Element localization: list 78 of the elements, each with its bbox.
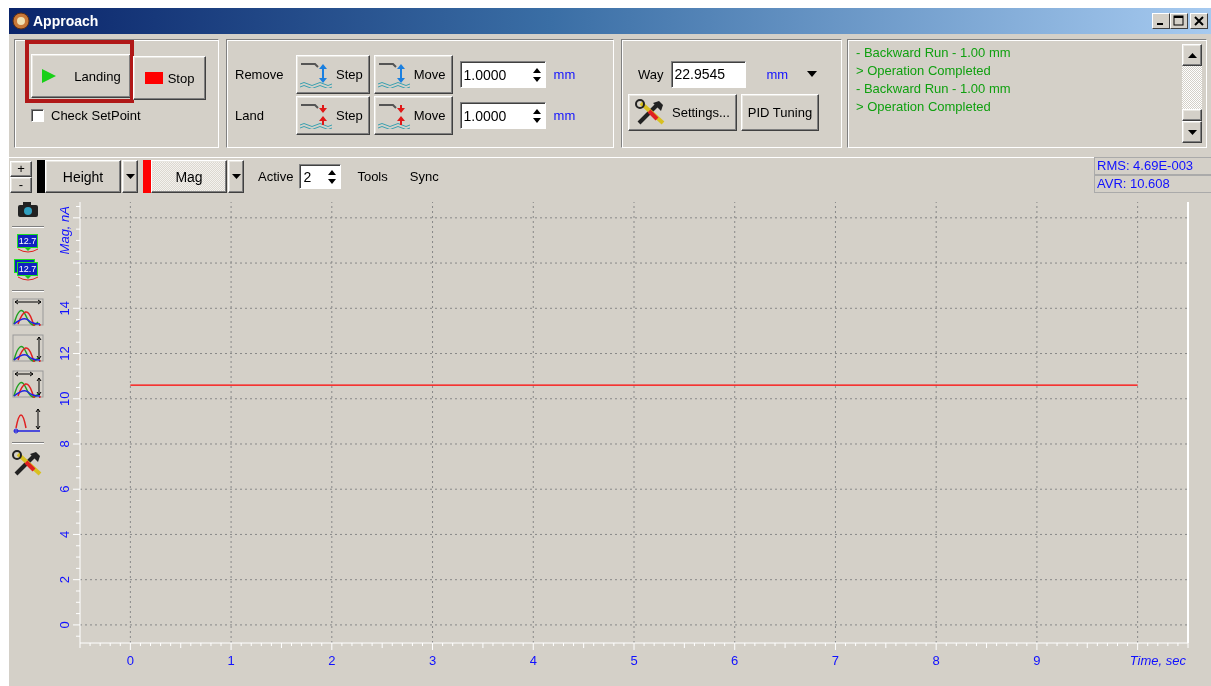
row-label: Land xyxy=(235,108,265,123)
log-line: > Operation Completed xyxy=(856,98,992,116)
dropdown-icon[interactable] xyxy=(807,71,818,77)
close-icon[interactable] xyxy=(1190,13,1208,29)
unit-dropdown[interactable]: mm xyxy=(766,66,789,82)
step-button[interactable]: Step xyxy=(296,96,370,135)
x-tick-label: 1 xyxy=(227,653,235,668)
value-spinner[interactable]: 1.0000 xyxy=(459,102,546,129)
dropdown-icon xyxy=(231,174,241,179)
scrollbar[interactable] xyxy=(1182,44,1202,143)
row-label: Remove xyxy=(235,67,285,82)
channel-selector[interactable]: Mag xyxy=(151,160,227,193)
y-tick-label: 2 xyxy=(57,576,72,584)
step-button[interactable]: Move xyxy=(373,55,453,94)
x-tick-label: 5 xyxy=(630,653,638,668)
fit-all-icon[interactable] xyxy=(11,370,44,398)
tools-icon[interactable] xyxy=(11,450,44,478)
y-tick-label: 8 xyxy=(57,440,72,448)
minimize-icon[interactable] xyxy=(1152,13,1170,29)
x-tick-label: 2 xyxy=(328,653,336,668)
log-line: > Operation Completed xyxy=(856,62,992,80)
x-tick-label: 6 xyxy=(731,653,739,668)
checkbox[interactable] xyxy=(31,109,44,122)
active-spinner[interactable]: 2 xyxy=(299,164,342,189)
y-tick-label: 4 xyxy=(57,530,72,539)
x-tick-label: 8 xyxy=(932,653,940,668)
lift-icon xyxy=(376,61,411,88)
x-axis-title: Time, sec xyxy=(1129,653,1186,668)
lift-icon xyxy=(299,61,333,88)
x-tick-label: 0 xyxy=(126,653,134,668)
unit-label: mm xyxy=(553,108,576,123)
dropdown-button[interactable] xyxy=(228,160,244,193)
menu-item[interactable]: Tools xyxy=(357,169,388,184)
x-tick-label: 3 xyxy=(428,653,437,668)
stop-button[interactable]: Stop xyxy=(133,56,206,100)
play-icon xyxy=(41,68,58,84)
scroll-down-icon[interactable] xyxy=(1187,129,1197,135)
dropdown-icon xyxy=(125,174,135,179)
log-line: - Backward Run - 1.00 mm xyxy=(856,44,1012,62)
tools-icon xyxy=(635,98,667,127)
stat-readout: AVR: 10.608 xyxy=(1094,175,1211,193)
window-title: Approach xyxy=(33,13,100,29)
y-tick-label: 12 xyxy=(57,346,72,361)
value-spinner[interactable]: 1.0000 xyxy=(459,61,546,88)
menu-item[interactable]: Sync xyxy=(409,169,439,184)
stat-readout: RMS: 4.69E-003 xyxy=(1094,157,1211,175)
approach-icon xyxy=(376,102,411,129)
x-tick-label: 7 xyxy=(831,653,840,668)
stop-icon xyxy=(144,72,163,84)
active-label: Active xyxy=(258,169,294,184)
pid-tuning-button[interactable]: PID Tuning xyxy=(740,94,820,131)
scroll-thumb[interactable] xyxy=(1182,109,1202,121)
y-tick-label: 10 xyxy=(57,391,72,406)
y-tick-label: 14 xyxy=(57,301,72,316)
scroll-up-icon[interactable] xyxy=(1187,52,1197,58)
channel-selector[interactable]: Height xyxy=(45,160,121,193)
way-field[interactable]: 22.9545 xyxy=(670,60,746,88)
fit-height-icon[interactable] xyxy=(11,334,44,362)
app-icon xyxy=(12,12,30,30)
way-label: Way xyxy=(638,66,664,82)
zoom-button[interactable]: + xyxy=(10,160,32,177)
y-axis-title: Mag, nA xyxy=(57,206,72,255)
camera-icon[interactable] xyxy=(16,202,39,218)
x-tick-label: 9 xyxy=(1033,653,1041,668)
x-tick-label: 4 xyxy=(529,653,537,668)
unit-label: mm xyxy=(553,67,576,82)
fit-width-icon[interactable] xyxy=(11,298,44,326)
log-line: - Backward Run - 1.00 mm xyxy=(856,80,1012,98)
step-button[interactable]: Step xyxy=(296,55,370,94)
step-button[interactable]: Move xyxy=(373,96,453,135)
landing-button[interactable]: Landing xyxy=(31,54,131,98)
maximize-icon[interactable] xyxy=(1170,13,1188,29)
approach-icon xyxy=(299,102,333,129)
checkbox-label: Check SetPoint xyxy=(51,108,141,123)
y-tick-label: 0 xyxy=(57,621,72,629)
dropdown-button[interactable] xyxy=(122,160,138,193)
y-tick-label: 6 xyxy=(57,485,72,493)
settings-button[interactable]: Settings... xyxy=(628,94,737,131)
